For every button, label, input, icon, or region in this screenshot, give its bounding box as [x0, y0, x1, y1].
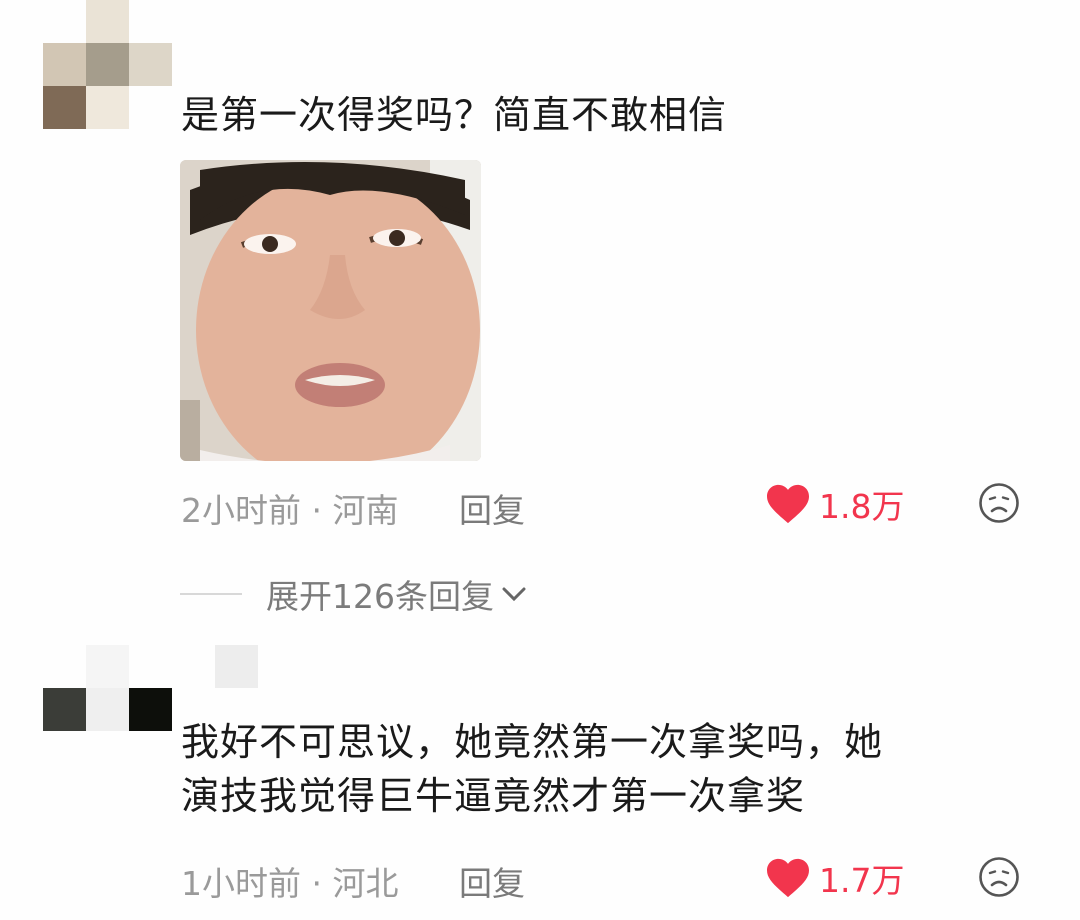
avatar-pixel: [43, 86, 86, 129]
like-count: 1.7万: [819, 861, 905, 900]
reply-button[interactable]: 回复: [459, 491, 525, 530]
comment-meta: 2小时前 · 河南 回复: [181, 484, 525, 532]
avatar-pixel: [86, 0, 129, 43]
sad-face-icon[interactable]: [978, 482, 1020, 524]
meta-separator: ·: [311, 864, 333, 903]
comment-location: 河南: [332, 491, 399, 530]
avatar-pixel: [86, 688, 129, 731]
divider: [180, 593, 242, 595]
meme-face-image[interactable]: [180, 160, 481, 461]
comment-meta: 1小时前 · 河北 回复: [181, 857, 525, 905]
sad-face-icon[interactable]: [978, 856, 1020, 898]
avatar-pixel: [129, 645, 172, 688]
comment-text: 我好不可思议，她竟然第一次拿奖吗，她 演技我觉得巨牛逼竟然才第一次拿奖: [181, 715, 1041, 823]
comment-time: 1小时前: [181, 864, 301, 903]
avatar-pixel: [129, 86, 172, 129]
avatar-pixel: [43, 0, 86, 43]
avatar-pixel: [86, 645, 129, 688]
avatar-pixel: [129, 43, 172, 86]
avatar-pixel: [43, 688, 86, 731]
meta-separator: ·: [311, 491, 333, 530]
avatar-pixel: [172, 645, 215, 688]
avatar-pixel: [129, 688, 172, 731]
avatar-pixel: [215, 645, 258, 688]
avatar-pixel: [86, 43, 129, 86]
heart-icon: [767, 858, 809, 898]
avatar-pixel: [43, 43, 86, 86]
comment-time: 2小时前: [181, 491, 301, 530]
comment-text: 是第一次得奖吗？简直不敢相信: [181, 93, 728, 137]
like-button[interactable]: 1.8万: [765, 480, 904, 528]
heart-icon: [767, 484, 809, 524]
avatar-pixel: [129, 0, 172, 43]
like-button[interactable]: 1.7万: [765, 854, 904, 902]
chevron-down-icon: [502, 587, 526, 602]
avatar-pixel: [86, 86, 129, 129]
comment-text-line: 演技我觉得巨牛逼竟然才第一次拿奖: [181, 774, 806, 818]
expand-replies-button[interactable]: 展开126条回复: [180, 570, 528, 618]
expand-replies-label: 展开126条回复: [266, 577, 494, 616]
like-count: 1.8万: [819, 487, 905, 526]
avatar-pixel: [43, 645, 86, 688]
comment-location: 河北: [332, 864, 399, 903]
reply-button[interactable]: 回复: [459, 864, 525, 903]
avatar[interactable]: [43, 0, 172, 129]
comment-text-line: 我好不可思议，她竟然第一次拿奖吗，她: [181, 720, 884, 764]
